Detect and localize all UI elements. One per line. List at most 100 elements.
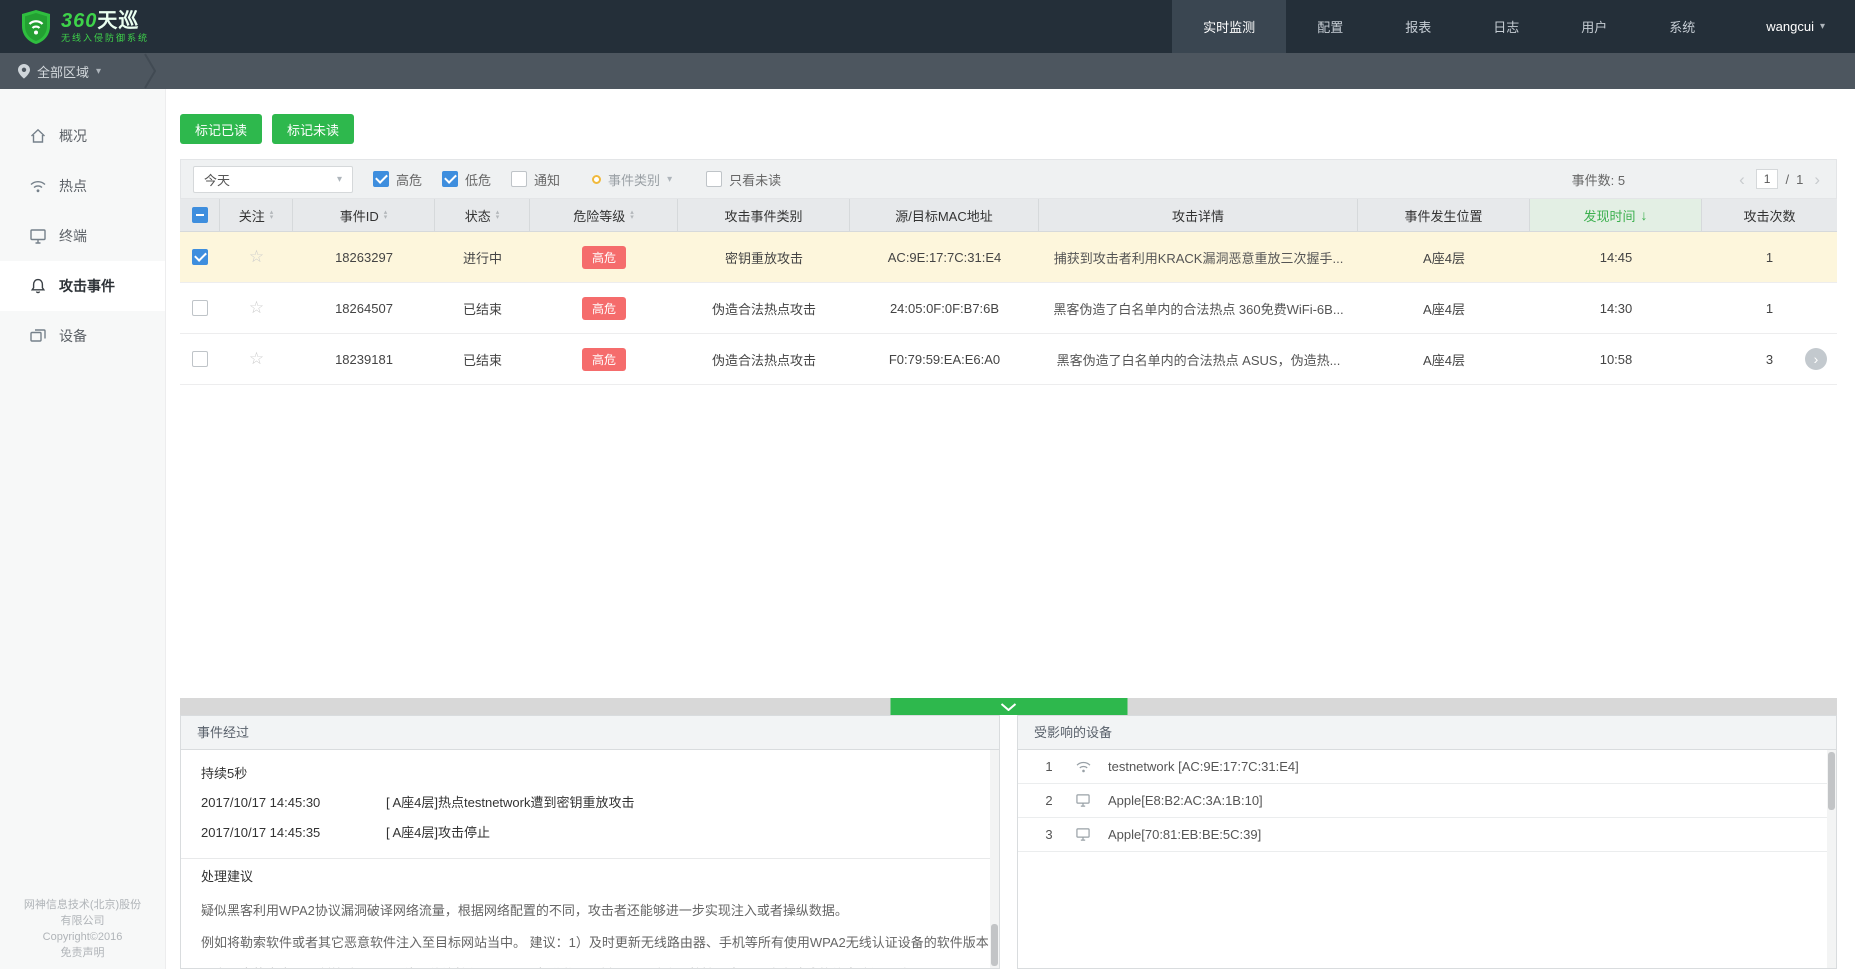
select-all-checkbox[interactable]: [191, 207, 208, 223]
nav-item-logs[interactable]: 日志: [1462, 0, 1550, 53]
event-log-line: 2017/10/17 14:45:30 [ A座4层]热点testnetwork…: [201, 788, 979, 818]
wifi-icon: [1076, 761, 1090, 772]
sidebar-item-terminals[interactable]: 终端: [0, 211, 165, 261]
col-header-mac: 源/目标MAC地址: [895, 208, 993, 224]
suggestion-line: 例如将勒索软件或者其它恶意软件注入至目标网站当中。 建议：1）及时更新无线路由器…: [201, 935, 999, 950]
disclaimer-link[interactable]: 免责声明: [0, 945, 165, 961]
sort-icon[interactable]: ▴ ▾: [630, 209, 634, 221]
filter-label: 只看未读: [729, 172, 782, 188]
location-pin-icon: [18, 63, 30, 79]
filter-checkbox-low-risk[interactable]: 低危: [442, 170, 491, 189]
device-name: Apple[70:81:EB:BE:5C:39]: [1108, 827, 1262, 842]
checkbox-unchecked-icon[interactable]: [706, 171, 723, 187]
sort-icon[interactable]: ▴ ▾: [270, 209, 274, 221]
scrollbar-thumb[interactable]: [991, 924, 998, 966]
date-range-select[interactable]: 今天 ▾: [193, 165, 353, 193]
nav-item-realtime-monitor[interactable]: 实时监测: [1172, 0, 1287, 53]
sort-icon[interactable]: ▴ ▾: [496, 209, 500, 221]
log-timestamp: 2017/10/17 14:45:30: [201, 795, 321, 810]
panel-title: 事件经过: [181, 716, 999, 750]
filter-checkbox-notice[interactable]: 通知: [511, 170, 560, 189]
col-header-event-id[interactable]: 事件ID: [340, 206, 379, 225]
found-time: 14:45: [1599, 249, 1633, 265]
col-header-risk-level[interactable]: 危险等级: [573, 206, 625, 225]
attack-detail: 黑客伪造了白名单内的合法热点 ASUS，伪造热...: [1056, 352, 1341, 368]
date-range-value: 今天: [204, 172, 231, 188]
nav-item-reports[interactable]: 报表: [1374, 0, 1462, 53]
sort-desc-icon: ↓: [1640, 207, 1648, 223]
collapse-panel-button[interactable]: [890, 698, 1127, 715]
main-content: 标记已读 标记未读 今天 ▾ 高危 低危 通知 事件类别 ▾ 只看未读 事件数:…: [166, 89, 1855, 969]
filter-checkbox-unread-only[interactable]: 只看未读: [706, 170, 781, 189]
attack-type: 伪造合法热点攻击: [711, 301, 816, 317]
detail-panels: 事件经过 持续5秒 2017/10/17 14:45:30 [ A座4层]热点t…: [180, 715, 1837, 969]
nav-item-config[interactable]: 配置: [1286, 0, 1374, 53]
mac-address: F0:79:59:EA:E6:A0: [888, 351, 1001, 367]
checkbox-checked-icon[interactable]: [373, 171, 389, 187]
star-icon[interactable]: ☆: [249, 349, 264, 369]
prev-page-button[interactable]: ‹: [1735, 171, 1749, 188]
col-header-found-time[interactable]: 发现时间: [1583, 206, 1635, 225]
mark-unread-button[interactable]: 标记未读: [272, 114, 355, 144]
row-checkbox[interactable]: [192, 300, 208, 316]
attack-type: 密钥重放攻击: [724, 250, 803, 266]
table-row[interactable]: ☆ 18263297 进行中 高危 密钥重放攻击 AC:9E:17:7C:31:…: [180, 232, 1837, 283]
event-status: 进行中: [462, 250, 502, 266]
sidebar-item-overview[interactable]: 概况: [0, 111, 165, 161]
checkbox-checked-icon[interactable]: [442, 171, 459, 187]
row-more-button[interactable]: ›: [1805, 348, 1827, 370]
event-location: A座4层: [1423, 352, 1465, 368]
mac-address: AC:9E:17:7C:31:E4: [887, 249, 1002, 265]
star-icon[interactable]: ☆: [249, 298, 264, 318]
filter-label: 低危: [465, 172, 492, 188]
checkbox-unchecked-icon[interactable]: [511, 171, 528, 187]
next-page-button[interactable]: ›: [1810, 171, 1824, 188]
event-category-dropdown[interactable]: 事件类别 ▾: [592, 170, 672, 189]
found-time: 14:30: [1599, 300, 1633, 316]
suggestion-line: 开启恶意热点自动阻断策略：3）无线通信连接使用VPN加密隧道及强制SSL规避流量…: [201, 959, 979, 968]
row-checkbox[interactable]: [192, 351, 208, 367]
event-location: A座4层: [1423, 250, 1465, 266]
pagination: ‹ 1 / 1 ›: [1735, 169, 1824, 189]
device-list-item: 1 testnetwork [AC:9E:17:7C:31:E4]: [1018, 750, 1836, 784]
scrollbar-track[interactable]: [990, 750, 999, 968]
event-status: 已结束: [462, 301, 502, 317]
company-name-line2: 有限公司: [60, 915, 105, 927]
sidebar-footer: 网神信息技术(北京)股份 有限公司 Copyright©2016 免责声明: [0, 897, 165, 961]
star-icon[interactable]: ☆: [249, 247, 264, 267]
risk-level-badge: 高危: [581, 347, 626, 371]
sidebar-item-devices[interactable]: 设备: [0, 311, 165, 361]
toolbar: 标记已读 标记未读: [180, 114, 1837, 144]
wifi-icon: [30, 180, 46, 192]
sidebar-item-hotspots[interactable]: 热点: [0, 161, 165, 211]
sort-icon[interactable]: ▴ ▾: [384, 209, 388, 221]
col-header-detail: 攻击详情: [1171, 208, 1224, 224]
scrollbar-track[interactable]: [1827, 750, 1836, 968]
chevron-down-icon: [1000, 702, 1017, 711]
risk-level-badge: 高危: [581, 245, 626, 269]
category-dot-icon: [592, 174, 602, 184]
col-header-status[interactable]: 状态: [465, 206, 491, 225]
table-row[interactable]: ☆ 18239181 已结束 高危 伪造合法热点攻击 F0:79:59:EA:E…: [180, 334, 1837, 385]
terminal-icon: [30, 228, 46, 244]
user-menu[interactable]: wangcui ▾: [1726, 0, 1855, 53]
caret-down-icon: ▾: [96, 65, 102, 77]
attack-count: 1: [1765, 249, 1774, 265]
risk-level-badge: 高危: [581, 296, 626, 320]
event-count: 事件数: 5: [1571, 172, 1626, 188]
table-row[interactable]: ☆ 18264507 已结束 高危 伪造合法热点攻击 24:05:0F:0F:B…: [180, 283, 1837, 334]
row-checkbox[interactable]: [192, 249, 208, 265]
col-header-location: 事件发生位置: [1404, 208, 1483, 224]
sidebar-item-attack-events[interactable]: 攻击事件: [0, 261, 165, 311]
area-select[interactable]: 全部区域 ▾: [18, 62, 101, 81]
filter-label: 高危: [396, 172, 423, 188]
sidebar-item-label: 热点: [59, 178, 87, 194]
device-list-item: 3 Apple[70:81:EB:BE:5C:39]: [1018, 818, 1836, 852]
scrollbar-thumb[interactable]: [1828, 752, 1835, 810]
filter-bar: 今天 ▾ 高危 低危 通知 事件类别 ▾ 只看未读 事件数: 5 ‹ 1 / 1…: [180, 159, 1837, 199]
filter-checkbox-high-risk[interactable]: 高危: [373, 170, 422, 189]
nav-item-users[interactable]: 用户: [1550, 0, 1638, 53]
col-header-follow[interactable]: 关注: [239, 206, 265, 225]
mark-read-button[interactable]: 标记已读: [180, 114, 263, 144]
nav-item-system[interactable]: 系统: [1638, 0, 1726, 53]
